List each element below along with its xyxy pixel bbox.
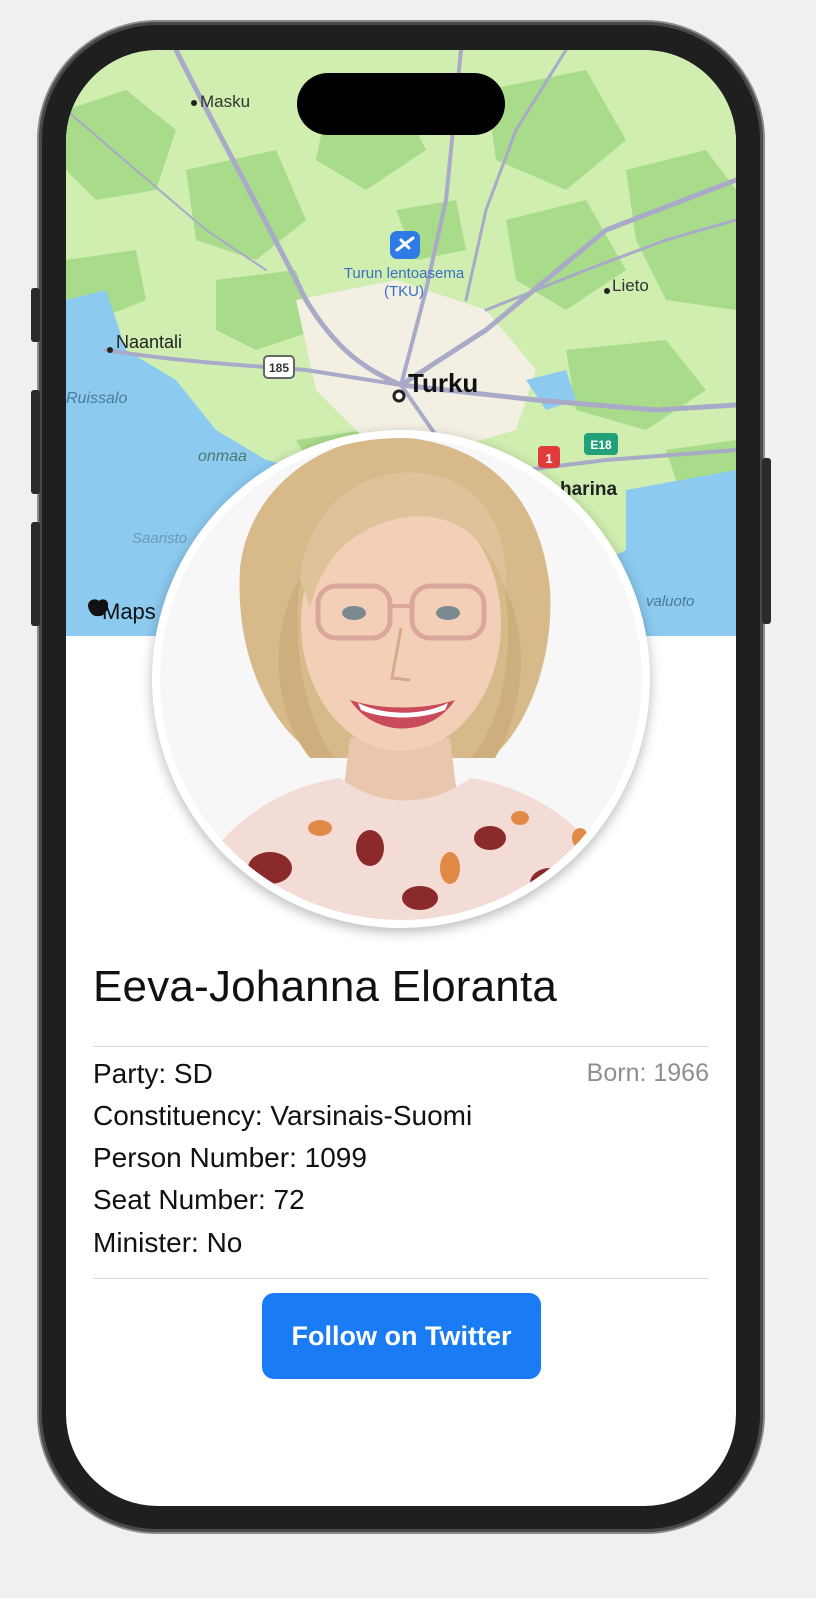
action-button bbox=[31, 288, 40, 342]
minister-label: Minister: No bbox=[93, 1227, 243, 1258]
place-masku: Masku bbox=[200, 92, 250, 111]
party-label: Party: SD bbox=[93, 1058, 213, 1089]
person-number-label: Person Number: 1099 bbox=[93, 1142, 367, 1173]
power-button bbox=[762, 458, 771, 624]
follow-twitter-button[interactable]: Follow on Twitter bbox=[262, 1293, 541, 1379]
road-shield-1: 1 bbox=[545, 451, 552, 466]
profile-photo-frame bbox=[152, 430, 650, 928]
place-saaristo: Saaristo bbox=[132, 530, 187, 547]
seat-number-label: Seat Number: 72 bbox=[93, 1184, 305, 1215]
constituency-label: Constituency: Varsinais-Suomi bbox=[93, 1100, 473, 1131]
screen: Masku Turun lentoasema (TKU) Lieto Naant… bbox=[66, 50, 736, 1506]
dynamic-island bbox=[297, 73, 505, 135]
place-airport-code: (TKU) bbox=[384, 283, 424, 300]
volume-up-button bbox=[31, 390, 40, 494]
road-shield-185: 185 bbox=[269, 361, 289, 375]
divider-top bbox=[93, 1046, 709, 1047]
born-year: Born: 1966 bbox=[586, 1059, 709, 1087]
divider-bottom bbox=[93, 1278, 709, 1279]
place-turku: Turku bbox=[408, 368, 478, 398]
place-ruissalo: onmaa bbox=[198, 448, 247, 465]
profile-photo bbox=[160, 438, 642, 920]
volume-down-button bbox=[31, 522, 40, 626]
place-lieto: Lieto bbox=[612, 276, 649, 295]
place-valuoto: valuoto bbox=[646, 593, 694, 610]
road-shield-e18: E18 bbox=[590, 438, 612, 452]
maps-attribution: Maps bbox=[102, 599, 156, 624]
place-onmaa: Ruissalo bbox=[66, 390, 127, 407]
profile-name: Eeva-Johanna Eloranta bbox=[93, 962, 558, 1011]
place-airport: Turun lentoasema bbox=[344, 265, 465, 282]
place-naantali: Naantali bbox=[116, 332, 182, 352]
